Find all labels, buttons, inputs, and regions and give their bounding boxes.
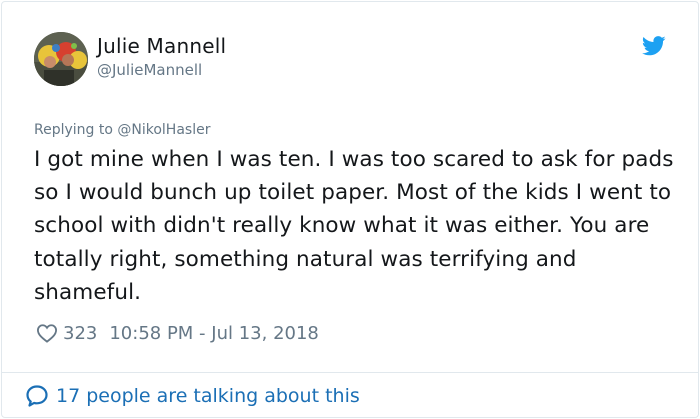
speech-bubble-icon <box>26 385 48 407</box>
like-count[interactable]: 323 <box>63 323 97 344</box>
author-handle[interactable]: @JulieMannell <box>97 60 226 80</box>
heart-icon[interactable] <box>36 323 58 343</box>
author-info: Julie Mannell @JulieMannell <box>97 34 226 80</box>
tweet-text: I got mine when I was ten. I was too sca… <box>34 147 674 305</box>
replying-to[interactable]: Replying to @NikolHasler <box>34 122 210 138</box>
avatar[interactable] <box>34 32 88 86</box>
tweet-header: Julie Mannell @JulieMannell <box>34 32 678 92</box>
conversation-link-label: 17 people are talking about this <box>56 385 360 407</box>
divider <box>2 372 698 373</box>
timestamp[interactable]: 10:58 PM - Jul 13, 2018 <box>109 323 319 344</box>
tweet-meta: 323 10:58 PM - Jul 13, 2018 <box>36 320 319 346</box>
tweet-card: Julie Mannell @JulieMannell Replying to … <box>1 1 699 418</box>
twitter-bird-icon[interactable] <box>642 36 666 56</box>
conversation-link[interactable]: 17 people are talking about this <box>25 382 360 410</box>
avatar-image <box>34 32 88 86</box>
author-display-name[interactable]: Julie Mannell <box>97 34 226 58</box>
